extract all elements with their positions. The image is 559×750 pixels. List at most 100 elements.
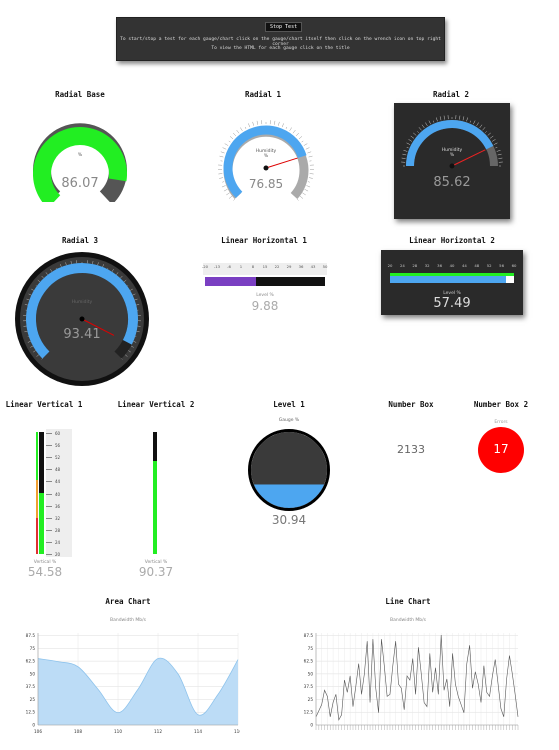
linear-vertical-1-tick-label: 52 [55, 455, 61, 461]
radial-2-hub [449, 163, 455, 169]
radial-1-tick [278, 121, 280, 126]
linear-vertical-1-tick [46, 529, 52, 531]
level-1-value: 30.94 [271, 513, 307, 527]
radial-2-gauge[interactable]: Humidity % 85.62 [394, 103, 510, 219]
linear-vertical-1-tick [46, 481, 52, 483]
radial-2-tick [466, 117, 468, 122]
stop-test-button[interactable]: Stop Test [265, 22, 303, 32]
radial-1-tick [228, 195, 233, 199]
radial-base-unit: % [77, 153, 83, 158]
radial-2-tick [436, 117, 438, 122]
area-chart[interactable]: 0 12.5 25 37.5 50 62.5 75 87.5 106 108 110 112 114 11… [20, 625, 240, 737]
radial-base-value: 86.07 [61, 176, 99, 191]
radial-2-tick [433, 120, 435, 123]
linear-horizontal-2-tick-label: 32 [424, 263, 430, 268]
radial-1-tick [233, 198, 236, 201]
radial-2-tick [487, 132, 491, 136]
linear-vertical-1-tick-label: 24 [55, 539, 61, 545]
linear-vertical-1-tick-label: 28 [55, 527, 61, 533]
radial-2-tick [418, 127, 422, 131]
line-chart-y-tick-label: 75 [308, 646, 314, 651]
line-chart-y-tick-label: 50 [308, 671, 314, 676]
radial-base-gauge[interactable]: % 86.07 [33, 122, 127, 209]
level-1-gauge[interactable]: Gauge % 30.94 [246, 418, 332, 528]
level-1-label: Gauge % [278, 418, 300, 423]
radial-2-tick [413, 132, 417, 136]
radial-3-title[interactable]: Radial 3 [40, 236, 120, 245]
area-chart-title[interactable]: Area Chart [88, 597, 168, 606]
linear-vertical-1-tick-label: 36 [55, 503, 61, 509]
line-chart[interactable]: 0 12.5 25 37.5 50 62.5 75 87.5 [298, 625, 520, 737]
radial-1-tick [256, 120, 259, 125]
area-chart-x-tick-label: 112 [154, 729, 162, 734]
instructions-banner: Stop Test To start/stop a test for each … [116, 17, 445, 61]
radial-1-tick [273, 120, 276, 125]
linear-vertical-1-tick [46, 469, 52, 471]
level-1-title[interactable]: Level 1 [249, 400, 329, 409]
number-box-value[interactable]: 2133 [371, 443, 451, 456]
area-chart-x-tick-label: 106 [34, 729, 42, 734]
radial-3-gauge[interactable]: Humidity 93.41 [12, 249, 152, 389]
number-box-2-title[interactable]: Number Box 2 [461, 400, 541, 409]
linear-horizontal-1-tick-label: 15 [262, 264, 268, 269]
area-chart-area-fill [38, 658, 238, 725]
linear-horizontal-1-title[interactable]: Linear Horizontal 1 [219, 236, 309, 245]
linear-vertical-1-tick [46, 433, 52, 434]
linear-vertical-2-fill [153, 461, 157, 554]
linear-vertical-1-range-bar [36, 432, 38, 554]
area-chart-x-tick-label: 108 [74, 729, 82, 734]
radial-1-title[interactable]: Radial 1 [223, 90, 303, 99]
linear-horizontal-2-tick-label: 24 [399, 263, 405, 268]
number-box-title[interactable]: Number Box [371, 400, 451, 409]
radial-1-tick [252, 121, 254, 126]
radial-1-tick [240, 127, 243, 131]
line-chart-y-tick-label: 37.5 [304, 684, 314, 689]
radial-1-tick [309, 173, 314, 175]
radial-2-value: 85.62 [433, 175, 471, 190]
linear-vertical-1-title[interactable]: Linear Vertical 1 [4, 400, 84, 409]
line-chart-y-tick-label: 62.5 [304, 659, 314, 664]
number-box-2-circle[interactable]: Errors 17 [478, 420, 524, 473]
linear-horizontal-1-tick-label: -20 [201, 264, 209, 269]
radial-1-gauge[interactable]: Humidity % 76.85 [217, 118, 315, 210]
radial-2-tick [476, 122, 479, 127]
linear-horizontal-2-title[interactable]: Linear Horizontal 2 [407, 236, 497, 245]
linear-vertical-1-tick-label: 40 [55, 491, 61, 497]
linear-vertical-1-gauge[interactable]: 60 56 52 48 44 40 36 32 28 24 20 Vertical % 54.58 [22, 429, 72, 581]
linear-horizontal-2-gauge[interactable]: 20 24 28 32 36 40 44 48 52 56 60 Level % 57.49 [381, 250, 523, 315]
linear-vertical-1-tick [46, 457, 52, 459]
area-chart-y-tick-label: 37.5 [26, 684, 36, 689]
line-chart-y-tick-label: 12.5 [304, 710, 314, 715]
radial-3-label: Humidity [71, 300, 93, 305]
line-chart-title[interactable]: Line Chart [368, 597, 448, 606]
radial-1-tick [229, 136, 234, 140]
radial-2-tick [439, 116, 442, 121]
radial-2-tick [443, 115, 445, 120]
linear-horizontal-2-tick-label: 52 [486, 263, 492, 268]
line-chart-series-line [315, 635, 519, 721]
radial-2-tick [489, 135, 494, 139]
radial-2-tick [421, 124, 425, 129]
radial-2-tick [462, 116, 465, 121]
linear-horizontal-1-tick-label: 29 [286, 264, 292, 269]
area-chart-y-tick-label: 62.5 [26, 659, 36, 664]
radial-2-tick [406, 142, 411, 145]
area-chart-x-tick-label: 116 [234, 729, 240, 734]
area-chart-y-tick-label: 0 [32, 723, 35, 728]
radial-1-tick [296, 198, 299, 201]
radial-1-tick [244, 126, 247, 129]
linear-vertical-2-gauge[interactable]: Vertical % 90.37 [136, 429, 176, 581]
linear-vertical-1-tick [46, 505, 52, 507]
area-chart-x-tick-label: 110 [114, 729, 122, 734]
radial-2-title[interactable]: Radial 2 [411, 90, 491, 99]
linear-horizontal-1-track [205, 277, 325, 286]
linear-horizontal-1-tick-label: 1 [239, 264, 243, 269]
radial-2-tick [408, 139, 413, 142]
radial-2-tick [410, 135, 415, 139]
line-chart-subtitle: Bandwidth Mb/s [390, 618, 426, 623]
radial-base-title[interactable]: Radial Base [40, 90, 120, 99]
linear-vertical-1-tick-label: 56 [55, 443, 61, 449]
radial-2-tick [417, 131, 419, 133]
linear-vertical-2-title[interactable]: Linear Vertical 2 [116, 400, 196, 409]
linear-horizontal-1-gauge[interactable]: -20 -13 -6 1 8 15 22 29 36 43 50 Level % 9.88 [202, 263, 327, 313]
